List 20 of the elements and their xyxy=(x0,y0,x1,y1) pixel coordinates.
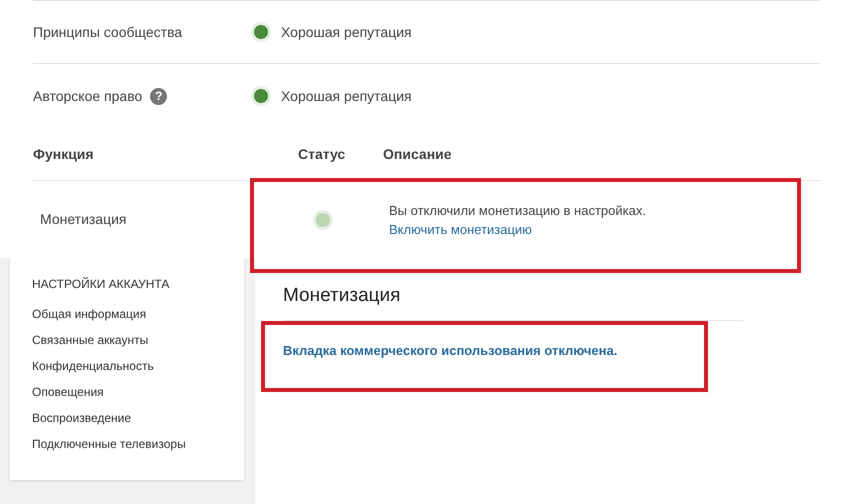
column-header: Описание xyxy=(383,144,452,164)
table-cell-text: Монетизация xyxy=(39,210,128,229)
status-text: Хорошая репутация xyxy=(281,86,412,106)
column-header: Функция xyxy=(33,144,95,164)
sidebar-title: НАСТРОЙКИ АККАУНТА xyxy=(32,276,170,293)
enable-link[interactable]: Включить монетизацию xyxy=(389,222,532,236)
sidebar-item[interactable]: Оповещения xyxy=(32,379,244,405)
help-icon[interactable]: ? xyxy=(150,88,168,104)
sidebar-item[interactable]: Связанные аккаунты xyxy=(32,327,244,353)
row-label: Принципы сообщества xyxy=(33,22,182,42)
row-label: Авторское право xyxy=(33,86,142,106)
column-header: Статус xyxy=(298,144,346,164)
description-text: Вы отключили монетизацию в настройках. Включить монетизацию xyxy=(389,202,647,238)
section-title: Монетизация xyxy=(283,282,743,320)
sidebar-item[interactable]: Конфиденциальность xyxy=(32,353,244,379)
sidebar-item[interactable]: Воспроизведение xyxy=(32,405,244,431)
status-text: Хорошая репутация xyxy=(281,22,412,42)
sidebar-item[interactable]: Общая информация xyxy=(32,301,244,327)
sidebar-item[interactable]: Подключенные телевизоры xyxy=(32,431,244,457)
disabled-message: Вкладка коммерческого использования отключена. xyxy=(283,342,618,360)
